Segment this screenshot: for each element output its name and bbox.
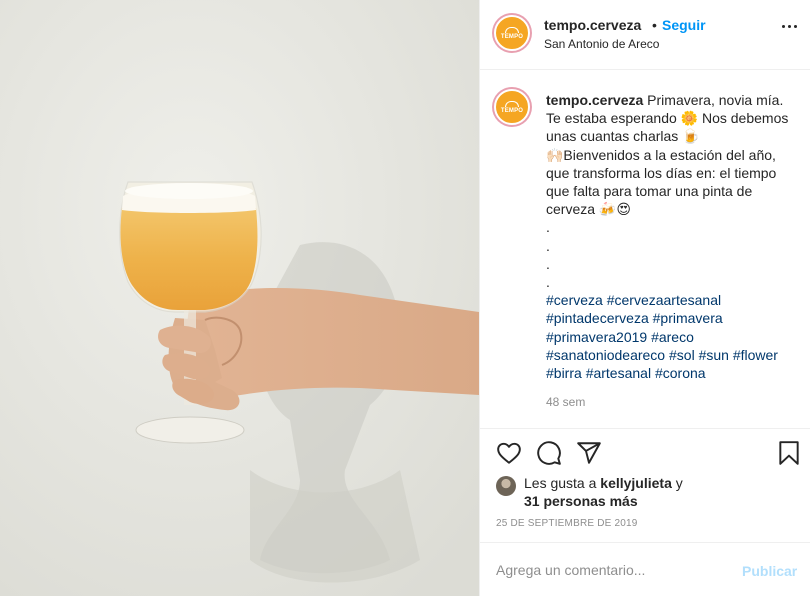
post-sidebar: TEMPO tempo.cerveza • Seguir San Antonio… [479,0,810,596]
hashtag-link[interactable]: #sol [669,347,695,363]
hashtag-link[interactable]: #areco [651,329,694,345]
caption-section: TEMPO tempo.cerveza Primavera, novia mía… [480,71,810,429]
caption-line: . [546,274,550,291]
caption-line: . [546,219,550,236]
hashtag-link[interactable]: #cervezaartesanal [607,292,721,308]
more-options-icon[interactable] [777,14,801,38]
hashtag-link[interactable]: #flower [733,347,778,363]
post-header: TEMPO tempo.cerveza • Seguir San Antonio… [480,0,810,70]
hashtag-link[interactable]: #primavera2019 [546,329,647,345]
caption-avatar[interactable]: TEMPO [494,89,530,125]
hashtag-link[interactable]: #birra [546,365,582,381]
action-bar [480,430,810,474]
username-link[interactable]: tempo.cerveza [544,17,641,33]
logo-icon [505,26,519,33]
beer-glass-photo [0,0,479,596]
heart-icon[interactable] [496,440,522,466]
logo-icon [505,100,519,107]
hashtag-link[interactable]: #corona [655,365,706,381]
caption-line-text: Primavera, novia mía. [647,92,784,108]
comment-bar: Publicar [480,542,810,596]
separator-dot: • [652,17,657,33]
hashtag-line: #birra #artesanal #corona [546,364,804,382]
post-date: 25 DE SEPTIEMBRE DE 2019 [496,518,638,529]
hashtag-line: #cerveza #cervezaartesanal [546,291,804,309]
caption-username[interactable]: tempo.cerveza [546,92,643,108]
liker-username[interactable]: kellyjulieta [600,475,672,491]
avatar-brand: TEMPO [500,107,524,114]
caption-line: . [546,255,550,272]
hashtag-block: #cerveza #cervezaartesanal #pintadecervez… [546,291,804,382]
post-time[interactable]: 48 sem [546,395,585,409]
hashtag-line: #primavera2019 #areco [546,328,804,346]
caption-line: tempo.cerveza Primavera, novia mía. [546,91,804,109]
avatar[interactable]: TEMPO [494,15,530,51]
beer [120,208,258,310]
hashtag-link[interactable]: #sun [699,347,729,363]
post-photo[interactable] [0,0,479,596]
caption-text: tempo.cerveza Primavera, novia mía. Te e… [546,91,804,382]
caption-line: unas cuantas charlas 🍺 [546,128,700,145]
comment-input[interactable] [496,559,726,581]
likes-prefix: Les gusta a [524,475,597,491]
follow-button[interactable]: Seguir [662,17,706,33]
glass-base [135,416,245,444]
bookmark-icon[interactable] [776,440,802,466]
likes-conjunction: y [675,475,683,491]
publish-button[interactable]: Publicar [742,563,797,579]
caption-line: que transforma los días en: el tiempo [546,164,777,181]
caption-line: 🙌🏻Bienvenidos a la estación del año, [546,146,776,163]
hashtag-line: #pintadecerveza #primavera [546,309,804,327]
liker-avatar[interactable] [496,476,516,496]
hashtag-link[interactable]: #artesanal [586,365,651,381]
location-link[interactable]: San Antonio de Areco [544,37,659,51]
share-icon[interactable] [576,440,602,466]
hashtag-link[interactable]: #primavera [653,310,723,326]
caption-line: que falta para tomar una pinta de [546,183,753,200]
caption-line: cerveza 🍻😍 [546,201,631,218]
hashtag-link[interactable]: #pintadecerveza [546,310,649,326]
likes-others-link[interactable]: 31 personas más [524,492,638,510]
comment-icon[interactable] [536,440,562,466]
hashtag-line: #sanatoniodeareco #sol #sun #flower [546,346,804,364]
hashtag-link[interactable]: #sanatoniodeareco [546,347,665,363]
likes-line-1: Les gusta a kellyjulieta y [524,474,683,492]
hashtag-link[interactable]: #cerveza [546,292,603,308]
avatar-brand: TEMPO [500,33,524,40]
caption-line: . [546,237,550,254]
caption-line: Te estaba esperando 🌼 Nos debemos [546,110,789,127]
